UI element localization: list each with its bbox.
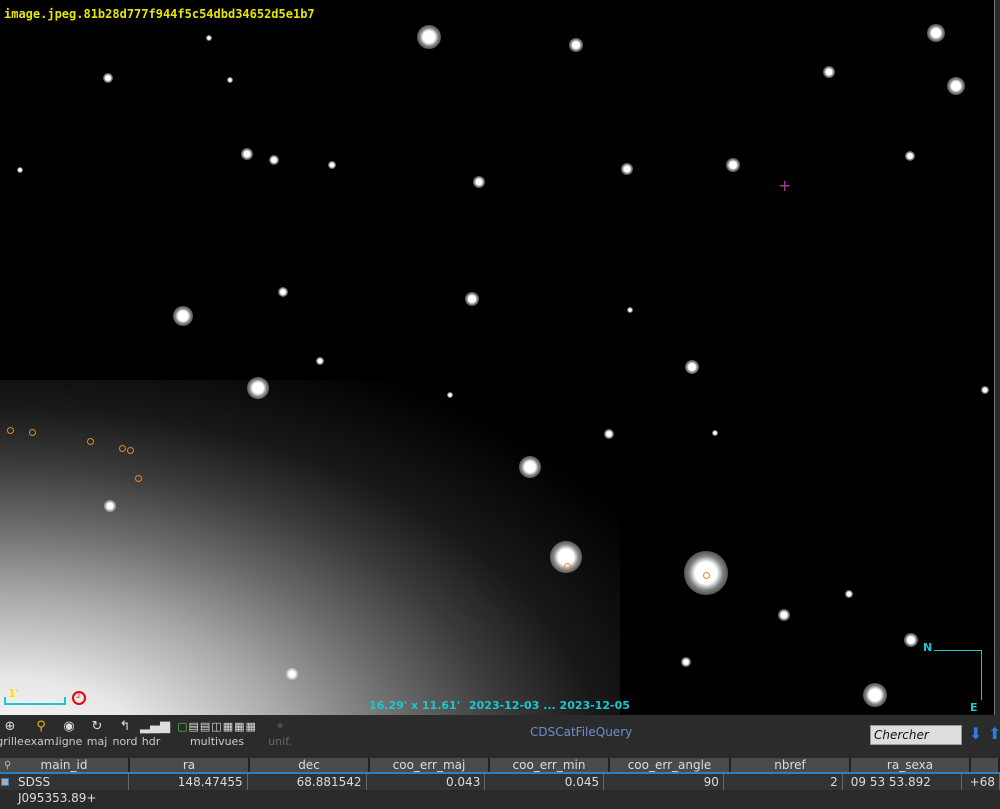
column-header-ra[interactable]: ra xyxy=(130,758,250,772)
star xyxy=(173,306,193,326)
column-header-dec[interactable]: dec xyxy=(250,758,370,772)
star xyxy=(627,307,633,313)
star xyxy=(286,668,298,680)
catalog-source-marker[interactable] xyxy=(119,445,126,452)
star xyxy=(269,155,279,165)
column-header-coo_err_angle[interactable]: coo_err_angle xyxy=(610,758,731,772)
crosshair-marker: + xyxy=(778,176,792,195)
table-cell: 2 xyxy=(724,774,843,790)
next-down-icon[interactable]: ⬇ xyxy=(969,724,982,743)
star xyxy=(726,158,740,172)
star xyxy=(103,73,113,83)
star xyxy=(685,360,699,374)
column-header-coo_err_min[interactable]: coo_err_min xyxy=(490,758,610,772)
exam-button[interactable]: ⚲ exam. xyxy=(24,719,58,748)
star xyxy=(778,609,790,621)
star xyxy=(227,77,233,83)
results-table: ⚲ main_id ra dec coo_err_maj coo_err_min coo_e… xyxy=(0,758,1000,805)
compass-icon xyxy=(934,650,982,700)
star xyxy=(981,386,989,394)
table-cell: 0.045 xyxy=(485,774,605,790)
column-header-coo_err_maj[interactable]: coo_err_maj xyxy=(370,758,490,772)
star xyxy=(927,24,945,42)
column-header-main_id[interactable]: ⚲ main_id xyxy=(0,758,130,772)
catalog-source-marker[interactable] xyxy=(564,563,571,570)
star xyxy=(473,176,485,188)
toolbar: ⊕grille ⚲exam. ◉ligne ↻maj ↰nord ▂▄▆hdr … xyxy=(0,715,1000,758)
crosshair-icon: ⌖ xyxy=(276,719,284,734)
star xyxy=(905,151,915,161)
compass-north: N xyxy=(923,641,933,654)
eye-icon: ◉ xyxy=(63,719,75,734)
star xyxy=(712,430,718,436)
hdr-button[interactable]: ▂▄▆ hdr xyxy=(140,719,170,748)
star xyxy=(316,357,324,365)
north-arrow-icon: ↰ xyxy=(119,719,131,734)
table-cell: SDSS J095353.89+ xyxy=(0,774,129,805)
table-header: ⚲ main_id ra dec coo_err_maj coo_err_min coo_e… xyxy=(0,758,1000,774)
star xyxy=(681,657,691,667)
maj-button[interactable]: ↻ maj xyxy=(86,719,108,748)
multiview-selector[interactable]: ▢▤▤◫▦▦▦ multivues xyxy=(168,719,266,748)
star xyxy=(465,292,479,306)
clock-icon[interactable]: ┘ xyxy=(72,691,86,705)
column-header-ra_sexa[interactable]: ra_sexa xyxy=(851,758,971,772)
catalog-source-marker[interactable] xyxy=(29,429,36,436)
table-cell: 90 xyxy=(604,774,724,790)
table-cell: 148.47455 xyxy=(129,774,248,790)
star xyxy=(417,25,441,49)
catalog-source-marker[interactable] xyxy=(135,475,142,482)
prev-up-icon[interactable]: ⬆ xyxy=(988,724,1000,743)
star xyxy=(241,148,253,160)
star xyxy=(823,66,835,78)
star xyxy=(328,161,336,169)
catalog-source-marker[interactable] xyxy=(87,438,94,445)
column-header-nbref[interactable]: nbref xyxy=(731,758,851,772)
column-header-extra[interactable] xyxy=(971,758,1000,772)
star xyxy=(904,633,918,647)
star xyxy=(17,167,23,173)
table-cell: 68.881542 xyxy=(248,774,367,790)
refresh-icon: ↻ xyxy=(91,719,103,734)
star xyxy=(104,500,116,512)
star xyxy=(519,456,541,478)
compass-east: E xyxy=(970,701,978,714)
star xyxy=(447,392,453,398)
star xyxy=(845,590,853,598)
star xyxy=(863,683,887,707)
table-cell: 0.043 xyxy=(367,774,486,790)
image-view[interactable]: image.jpeg.81b28d777f944f5c54dbd34652d5e… xyxy=(0,0,995,715)
histogram-icon: ▂▄▆ xyxy=(140,719,170,734)
catalog-source-marker[interactable] xyxy=(127,447,134,454)
multiview-layouts-icon: ▢▤▤◫▦▦▦ xyxy=(177,720,257,733)
image-title: image.jpeg.81b28d777f944f5c54dbd34652d5e… xyxy=(4,7,315,21)
table-cell: +68 xyxy=(962,774,1000,790)
star xyxy=(621,163,633,175)
nord-button[interactable]: ↰ nord xyxy=(111,719,139,748)
star xyxy=(604,429,614,439)
pin-icon[interactable]: ⚲ xyxy=(4,758,11,773)
star xyxy=(947,77,965,95)
magnifier-icon: ⚲ xyxy=(36,719,46,734)
table-row[interactable]: SDSS J095353.89+ 148.47455 68.881542 0.043 0… xyxy=(0,774,1000,805)
galaxy xyxy=(0,380,620,715)
star xyxy=(278,287,288,297)
search-input[interactable]: Chercher xyxy=(870,725,962,745)
star xyxy=(569,38,583,52)
query-name: CDSCatFileQuery xyxy=(530,725,633,739)
catalog-source-marker[interactable] xyxy=(7,427,14,434)
star xyxy=(247,377,269,399)
field-of-view: 16.29' x 11.61' xyxy=(369,699,461,712)
catalog-source-marker[interactable] xyxy=(703,572,710,579)
grille-button[interactable]: ⊕grille xyxy=(0,719,24,748)
unif-button[interactable]: ⌖ unif. xyxy=(266,719,294,748)
table-cell: 09 53 53.892 xyxy=(843,774,962,790)
star xyxy=(206,35,212,41)
row-checkbox[interactable] xyxy=(1,778,9,786)
globe-icon: ⊕ xyxy=(4,719,16,734)
date-range: 2023-12-03 ... 2023-12-05 xyxy=(469,699,630,712)
ligne-button[interactable]: ◉ ligne xyxy=(54,719,84,748)
scale-label: 1' xyxy=(8,687,20,700)
